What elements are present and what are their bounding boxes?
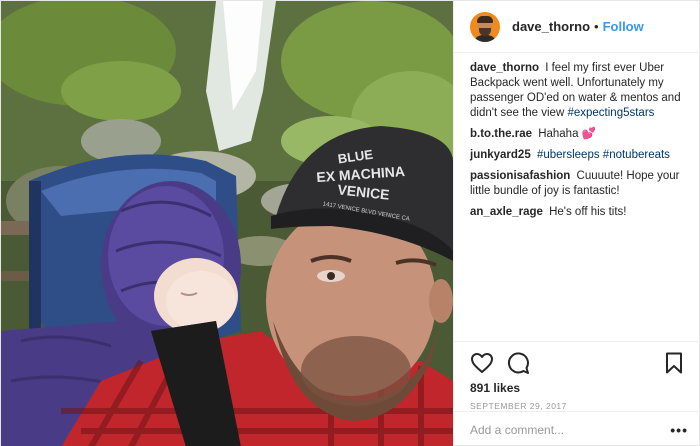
avatar[interactable] [470,11,500,42]
hearts-emoji: 💕 [581,128,597,140]
comment-item: an_axle_rage He's off his tits! [470,205,689,220]
comments-list: dave_thorno I feel my first ever Uber Ba… [470,61,689,226]
post-header: dave_thorno • Follow [454,1,700,53]
comment-hashtag[interactable]: #ubersleeps [537,149,600,161]
comment-username[interactable]: passionisafashion [470,170,570,182]
comment-username[interactable]: an_axle_rage [470,206,543,218]
comment-item: junkyard25 #ubersleeps #notubereats [470,148,689,163]
heart-icon[interactable] [470,351,494,375]
add-comment-input[interactable]: Add a comment... [470,423,670,437]
post-date[interactable]: September 29, 2017 [470,401,686,411]
comment-text: Hahaha [538,128,579,140]
header-username[interactable]: dave_thorno [512,19,590,34]
likes-count[interactable]: 891 likes [470,381,686,395]
header-separator: • [594,19,599,34]
caption-hashtag[interactable]: #expecting5stars [567,107,654,119]
comment-icon[interactable] [506,351,530,375]
more-options-icon[interactable]: ••• [670,422,688,438]
comment-username[interactable]: b.to.the.rae [470,128,532,140]
comment-item: b.to.the.rae Hahaha 💕 [470,127,689,142]
photo-illustration: BLUE EX MACHINA VENICE 1417 VENICE BLVD … [1,1,453,446]
post-photo[interactable]: BLUE EX MACHINA VENICE 1417 VENICE BLVD … [1,1,453,446]
add-comment-bar: Add a comment... ••• [454,411,700,446]
caption-username[interactable]: dave_thorno [470,62,539,74]
comment-hashtag[interactable]: #notubereats [603,149,670,161]
comment-item: passionisafashion Cuuuute! Hope your lit… [470,169,689,199]
bookmark-icon[interactable] [662,351,686,375]
instagram-post: BLUE EX MACHINA VENICE 1417 VENICE BLVD … [0,0,700,446]
follow-button[interactable]: Follow [603,19,644,34]
action-icons [470,350,686,376]
post-side-panel: dave_thorno • Follow dave_thorno I feel … [453,1,700,446]
caption: dave_thorno I feel my first ever Uber Ba… [470,61,689,121]
comment-text: He's off his tits! [549,206,627,218]
post-actions: 891 likes September 29, 2017 [454,341,700,411]
comment-username[interactable]: junkyard25 [470,149,531,161]
